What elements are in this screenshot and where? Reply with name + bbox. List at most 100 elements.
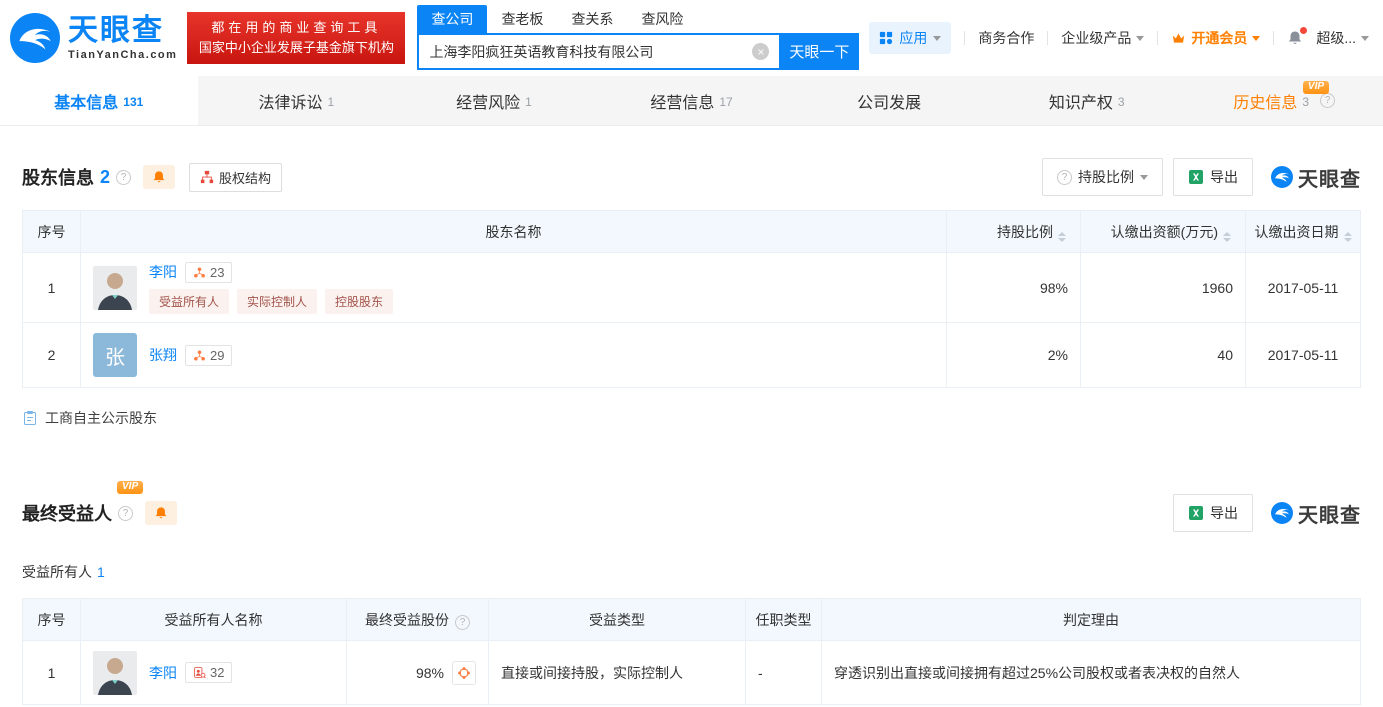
monitor-bell-button[interactable]	[143, 165, 175, 189]
tianyancha-swirl-icon	[1271, 502, 1293, 524]
relations-icon	[193, 266, 206, 279]
notifications-bell-icon[interactable]	[1287, 30, 1303, 46]
shareholder-avatar[interactable]	[93, 266, 137, 310]
help-icon: ?	[1057, 170, 1072, 185]
grid-icon	[879, 31, 893, 45]
shareholder-link[interactable]: 李阳	[149, 262, 177, 282]
subtitle-count: 1	[97, 564, 105, 580]
tag-controlling-shareholder[interactable]: 控股股东	[325, 289, 393, 314]
watermark-text: 天眼查	[1298, 499, 1361, 528]
subscribed-date-value: 2017-05-11	[1246, 253, 1361, 323]
sort-icon	[1344, 232, 1352, 242]
table-header-row: 序号 受益所有人名称 最终受益股份? 受益类型 任职类型 判定理由	[23, 599, 1361, 641]
vip-badge: VIP	[117, 481, 143, 494]
col-label: 认缴出资日期	[1255, 224, 1339, 240]
col-beneficial-owner-name: 受益所有人名称	[81, 599, 347, 641]
self-disclosed-shareholders-link[interactable]: 工商自主公示股东	[22, 408, 1361, 428]
apps-menu[interactable]: 应用	[869, 22, 951, 54]
sort-icon	[1058, 232, 1066, 242]
col-benefit-type: 受益类型	[489, 599, 746, 641]
col-position-type: 任职类型	[746, 599, 822, 641]
tab-count: 131	[123, 95, 143, 109]
tab-count: 3	[1302, 95, 1309, 109]
col-holding-ratio[interactable]: 持股比例	[947, 211, 1081, 253]
tab-intellectual-property[interactable]: 知识产权 3	[988, 76, 1186, 125]
search-tab-company[interactable]: 查公司	[417, 5, 487, 33]
equity-structure-button[interactable]: 股权结构	[189, 163, 282, 192]
search-tab-relation[interactable]: 查关系	[557, 5, 627, 33]
search-button[interactable]: 天眼一下	[779, 33, 859, 70]
bell-icon	[154, 506, 168, 520]
tab-label: 基本信息	[54, 89, 118, 113]
col-shareholder-name: 股东名称	[81, 211, 947, 253]
records-count: 32	[210, 665, 224, 680]
shareholder-avatar[interactable]: 张	[93, 333, 137, 377]
chevron-down-icon	[1140, 175, 1148, 180]
open-vip-button[interactable]: 开通会员	[1171, 28, 1260, 48]
tab-business-risk[interactable]: 经营风险 1	[395, 76, 593, 125]
watermark: 天眼查	[1271, 499, 1361, 528]
user-menu[interactable]: 超级...	[1316, 28, 1369, 48]
beneficiary-section-header: VIP 最终受益人 ? 导出 天眼查	[22, 494, 1361, 532]
beneficiary-avatar[interactable]	[93, 651, 137, 695]
apps-label: 应用	[899, 28, 927, 48]
banner-line2: 国家中小企业发展子基金旗下机构	[199, 38, 394, 58]
beneficiary-link[interactable]: 李阳	[149, 663, 177, 683]
equity-path-icon[interactable]	[452, 661, 476, 685]
shareholder-link[interactable]: 张翔	[149, 345, 177, 365]
subscribed-amount-value: 1960	[1081, 253, 1246, 323]
search-tabs: 查公司 查老板 查关系 查风险	[417, 6, 859, 33]
chevron-down-icon	[933, 36, 941, 41]
beneficiary-table: 序号 受益所有人名称 最终受益股份? 受益类型 任职类型 判定理由 1	[22, 598, 1361, 705]
row-index: 1	[23, 253, 81, 323]
equity-structure-label: 股权结构	[219, 168, 271, 187]
notification-dot	[1300, 27, 1307, 34]
clipboard-icon	[22, 410, 38, 426]
portrait-photo	[93, 266, 137, 310]
tab-count: 3	[1118, 95, 1125, 109]
export-button[interactable]: 导出	[1173, 158, 1253, 196]
search-tab-boss[interactable]: 查老板	[487, 5, 557, 33]
help-icon[interactable]: ?	[116, 170, 131, 185]
relations-badge[interactable]: 23	[185, 262, 232, 283]
tab-history-info[interactable]: VIP 历史信息 3 ?	[1185, 76, 1383, 125]
help-icon[interactable]: ?	[118, 506, 133, 521]
tab-business-info[interactable]: 经营信息 17	[593, 76, 791, 125]
nav-cooperation[interactable]: 商务合作	[978, 28, 1034, 48]
holding-ratio-dropdown[interactable]: ? 持股比例	[1042, 158, 1163, 196]
top-nav: 应用 商务合作 企业级产品 开通会员 超级...	[869, 22, 1369, 54]
col-final-share: 最终受益股份?	[347, 599, 489, 641]
site-logo[interactable]: 天眼查 TianYanCha.com	[10, 13, 177, 63]
equity-network-icon	[457, 666, 471, 680]
tab-company-development[interactable]: 公司发展	[790, 76, 988, 125]
tag-beneficial-owner[interactable]: 受益所有人	[149, 289, 229, 314]
person-records-badge[interactable]: 32	[185, 662, 232, 683]
relations-icon	[193, 349, 206, 362]
divider	[1047, 31, 1048, 45]
logo-domain-text: TianYanCha.com	[68, 50, 177, 61]
vip-badge: VIP	[1303, 81, 1329, 94]
search-input[interactable]	[417, 33, 779, 70]
relations-badge[interactable]: 29	[185, 345, 232, 366]
col-subscribed-amount[interactable]: 认缴出资额(万元)	[1081, 211, 1246, 253]
section-count: 2	[100, 167, 110, 188]
col-subscribed-date[interactable]: 认缴出资日期	[1246, 211, 1361, 253]
relations-count: 29	[210, 348, 224, 363]
nav-enterprise-products[interactable]: 企业级产品	[1061, 28, 1144, 48]
export-button[interactable]: 导出	[1173, 494, 1253, 532]
tab-basic-info[interactable]: 基本信息 131	[0, 76, 198, 125]
tab-legal-litigation[interactable]: 法律诉讼 1	[198, 76, 396, 125]
watermark-text: 天眼查	[1298, 163, 1361, 192]
banner-line1: 都在用的商业查询工具	[211, 18, 381, 38]
subscribed-amount-value: 40	[1081, 323, 1246, 388]
search-tab-risk[interactable]: 查风险	[627, 5, 697, 33]
divider	[964, 31, 965, 45]
bell-icon	[152, 170, 166, 184]
tab-count: 17	[719, 95, 732, 109]
tag-actual-controller[interactable]: 实际控制人	[237, 289, 317, 314]
chevron-down-icon	[1361, 36, 1369, 41]
help-icon[interactable]: ?	[455, 615, 470, 630]
help-icon[interactable]: ?	[1320, 93, 1335, 108]
monitor-bell-button[interactable]	[145, 501, 177, 525]
position-type-value: -	[746, 641, 822, 705]
